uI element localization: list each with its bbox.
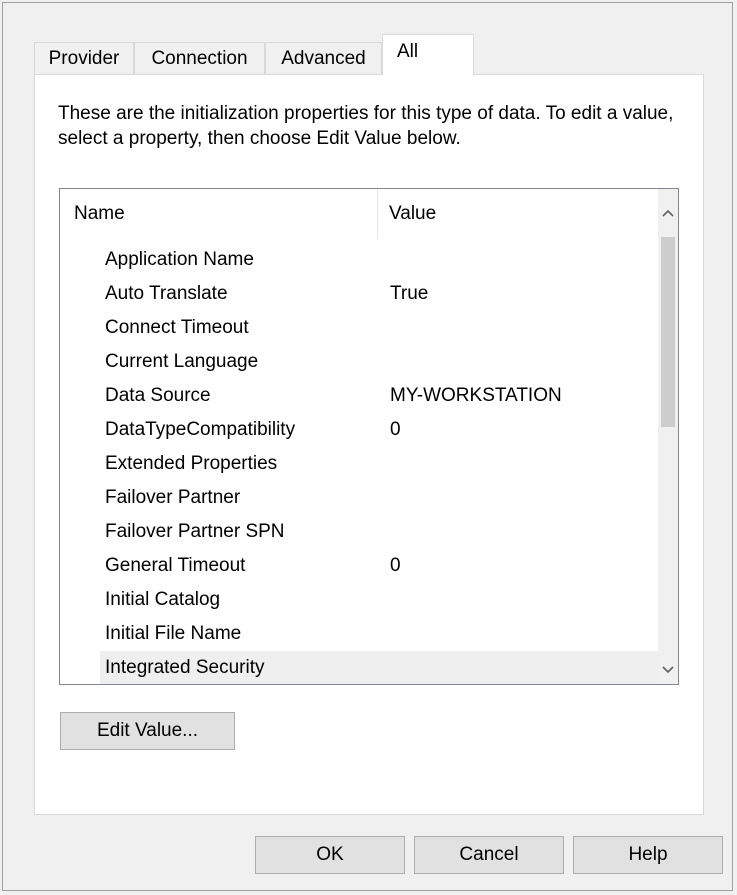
edit-value-button[interactable]: Edit Value... xyxy=(60,712,235,750)
property-name: Integrated Security xyxy=(105,657,265,678)
property-name: DataTypeCompatibility xyxy=(105,419,296,440)
property-name: Initial Catalog xyxy=(105,589,221,610)
tab-provider[interactable]: Provider xyxy=(34,42,134,74)
tab-panel-all: These are the initialization properties … xyxy=(34,74,704,815)
ok-button[interactable]: OK xyxy=(255,836,405,874)
list-row[interactable]: Connect Timeout xyxy=(60,311,658,345)
tab-all[interactable]: All xyxy=(382,34,474,75)
property-name: Application Name xyxy=(105,249,254,270)
property-name: Data Source xyxy=(105,385,211,406)
property-value: True xyxy=(390,283,429,304)
vertical-scrollbar[interactable] xyxy=(658,189,678,684)
property-name: Extended Properties xyxy=(105,453,278,474)
list-row[interactable]: General Timeout 0 xyxy=(60,549,658,583)
list-row[interactable]: Initial File Name xyxy=(60,617,658,651)
chevron-down-icon[interactable] xyxy=(658,654,678,684)
property-name: Initial File Name xyxy=(105,623,242,644)
column-header-name[interactable]: Name xyxy=(74,203,125,225)
property-name: Failover Partner xyxy=(105,487,241,508)
property-name: Connect Timeout xyxy=(105,317,249,338)
list-row[interactable]: Data Source MY-WORKSTATION xyxy=(60,379,658,413)
list-row[interactable]: Current Language xyxy=(60,345,658,379)
list-row[interactable]: Auto Translate True xyxy=(60,277,658,311)
property-name: Auto Translate xyxy=(105,283,228,304)
property-value: 0 xyxy=(390,419,401,440)
list-row-highlighted[interactable]: Integrated Security xyxy=(60,651,658,684)
tab-advanced[interactable]: Advanced xyxy=(265,42,382,74)
property-name: Current Language xyxy=(105,351,259,372)
list-row[interactable]: Failover Partner SPN xyxy=(60,515,658,549)
property-name: General Timeout xyxy=(105,555,246,576)
tab-connection[interactable]: Connection xyxy=(134,42,265,74)
cancel-button[interactable]: Cancel xyxy=(414,836,564,874)
column-divider[interactable] xyxy=(377,189,378,239)
list-header: Name Value xyxy=(60,189,658,239)
scrollbar-thumb[interactable] xyxy=(661,237,675,427)
property-value: MY-WORKSTATION xyxy=(390,385,562,406)
description-text: These are the initialization properties … xyxy=(58,103,674,149)
list-row[interactable]: Initial Catalog xyxy=(60,583,658,617)
list-row[interactable]: Failover Partner xyxy=(60,481,658,515)
data-link-properties-dialog: Provider Connection Advanced All These a… xyxy=(0,0,737,895)
property-value: 0 xyxy=(390,555,401,576)
property-name: Failover Partner SPN xyxy=(105,521,285,542)
list-rows: Application Name Auto Translate True Con… xyxy=(60,243,658,684)
properties-list[interactable]: Name Value Application Name Auto Transla… xyxy=(59,188,679,685)
chevron-up-icon[interactable] xyxy=(658,197,678,227)
list-row[interactable]: DataTypeCompatibility 0 xyxy=(60,413,658,447)
column-header-value[interactable]: Value xyxy=(389,203,436,225)
list-row[interactable]: Application Name xyxy=(60,243,658,277)
help-button[interactable]: Help xyxy=(573,836,723,874)
list-row[interactable]: Extended Properties xyxy=(60,447,658,481)
